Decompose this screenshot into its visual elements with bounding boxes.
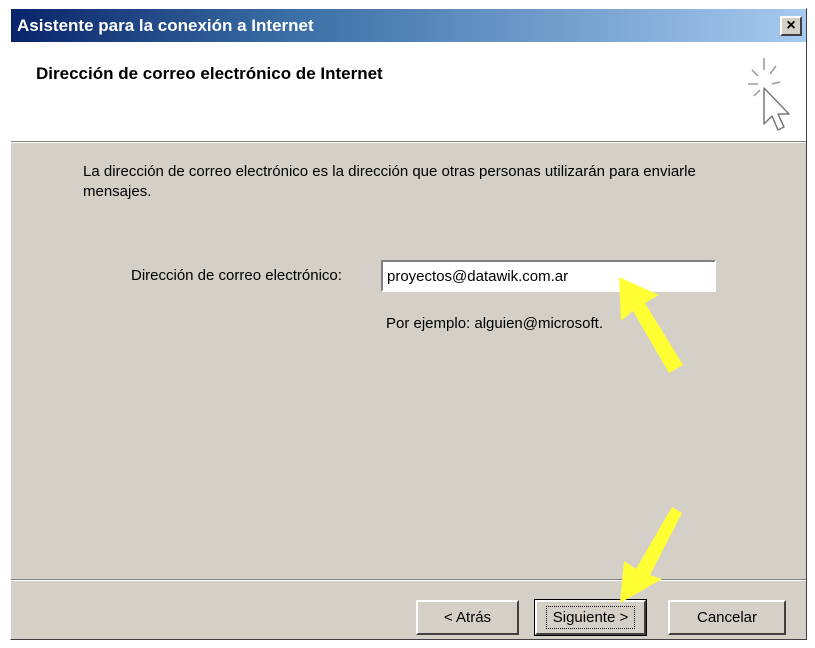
cancel-button[interactable]: Cancelar [668,600,786,635]
back-button[interactable]: < Atrás [416,600,519,635]
description-text: La dirección de correo electrónico es la… [83,163,696,200]
footer-divider [11,579,806,581]
next-button-label: Siguiente > [545,606,636,629]
example-text: Por ejemplo: alguien@microsoft. [386,315,603,332]
title-bar[interactable]: Asistente para la conexión a Internet × [11,9,806,42]
wizard-cursor-icon [748,58,790,131]
window-title: Asistente para la conexión a Internet [17,15,314,35]
email-label: Dirección de correo electrónico: [131,267,342,284]
wizard-header: Dirección de correo electrónico de Inter… [11,42,806,143]
close-icon: × [786,16,796,34]
next-button[interactable]: Siguiente > [534,599,647,636]
yellow-arrow-icon [620,507,682,603]
page-title: Dirección de correo electrónico de Inter… [36,64,383,83]
wizard-window: Asistente para la conexión a Internet × … [10,8,807,640]
email-field[interactable] [381,260,716,292]
close-button[interactable]: × [780,15,802,36]
